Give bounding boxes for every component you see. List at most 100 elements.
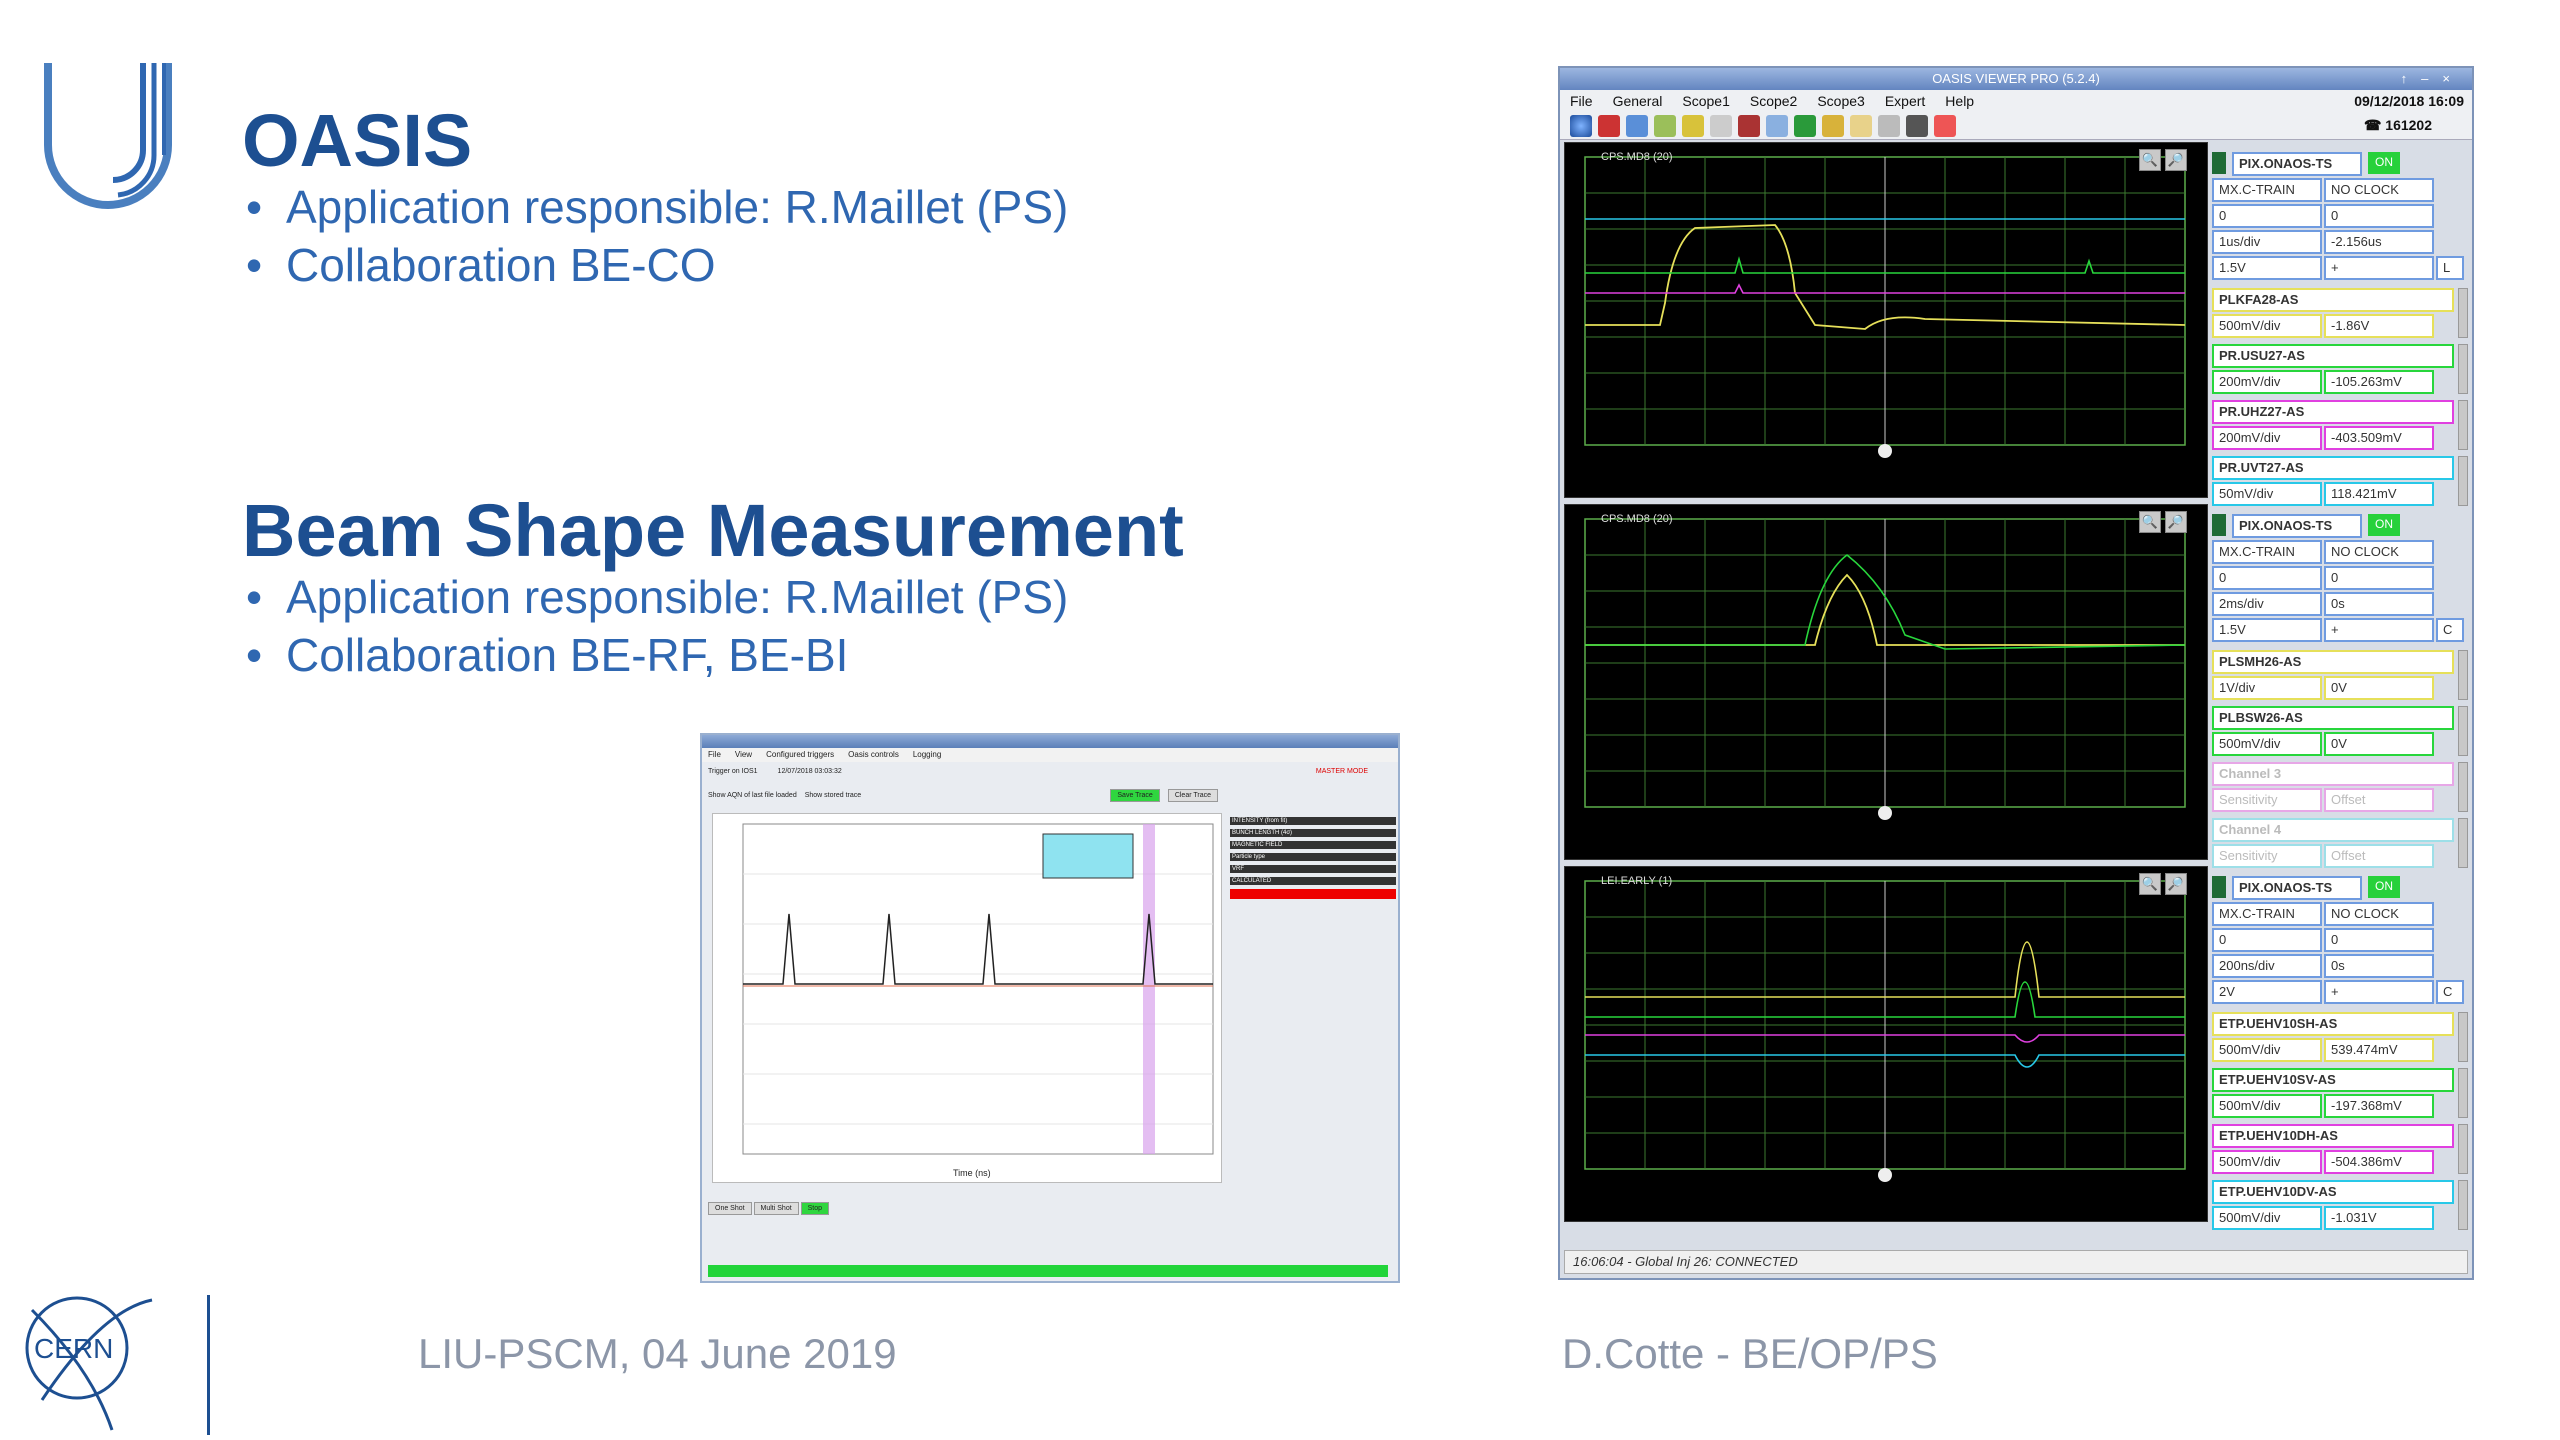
channel-name-field[interactable]: Channel 4 [2212,818,2454,842]
time-per-div-field[interactable]: 200ns/div [2212,954,2322,978]
channel-sensitivity-field[interactable]: 500mV/div [2212,732,2322,756]
timing-clock-cell[interactable]: NO CLOCK [2324,902,2434,926]
mini-menu-item[interactable]: File [708,748,721,762]
channel-offset-slider[interactable] [2458,1180,2468,1230]
timing-clock-cell[interactable]: NO CLOCK [2324,178,2434,202]
record-icon[interactable] [1934,114,1956,137]
trigger-slope-field[interactable]: + [2324,256,2434,280]
timing-value-cell[interactable]: 0 [2212,566,2322,590]
timing-name-field[interactable]: PIX.ONAOS-TS [2232,152,2362,176]
timing-value-cell[interactable]: 0 [2324,928,2434,952]
channel-offset-slider[interactable] [2458,456,2468,506]
channel-name-field[interactable]: PLSMH26-AS [2212,650,2454,674]
close-icon[interactable]: × [2442,71,2464,86]
stop-button[interactable]: Stop [800,1202,830,1215]
channel-name-field[interactable]: ETP.UEHV10SH-AS [2212,1012,2454,1036]
channel-offset-field[interactable]: -197.368mV [2324,1094,2434,1118]
channel-sensitivity-field[interactable]: 50mV/div [2212,482,2322,506]
channel-offset-field[interactable]: -105.263mV [2324,370,2434,394]
menu-scope3[interactable]: Scope3 [1817,93,1864,109]
channel-name-field[interactable]: PR.USU27-AS [2212,344,2454,368]
delay-field[interactable]: 0s [2324,954,2434,978]
clear-trace-button[interactable]: Clear Trace [1167,788,1218,802]
channel-offset-slider[interactable] [2458,818,2468,868]
connect-icon[interactable] [1654,114,1676,137]
zoom-out-icon[interactable]: 🔎 [2165,511,2187,533]
channel-name-field[interactable]: PLBSW26-AS [2212,706,2454,730]
channel-offset-field[interactable]: 0V [2324,676,2434,700]
menu-expert[interactable]: Expert [1885,93,1925,109]
channel-sensitivity-field[interactable]: 500mV/div [2212,314,2322,338]
menu-help[interactable]: Help [1945,93,1974,109]
channel-name-field[interactable]: PR.UVT27-AS [2212,456,2454,480]
signal-icon[interactable] [1878,114,1900,137]
timing-on-badge[interactable]: ON [2368,876,2400,898]
coupling-field[interactable]: C [2436,618,2464,642]
zoom-out-icon[interactable]: 🔎 [2165,149,2187,171]
channel-name-field[interactable]: Channel 3 [2212,762,2454,786]
menu-file[interactable]: File [1570,93,1593,109]
channel-offset-field[interactable]: -403.509mV [2324,426,2434,450]
channel-sensitivity-field[interactable]: Sensitivity [2212,788,2322,812]
timing-value-cell[interactable]: 0 [2324,204,2434,228]
zoom-in-icon[interactable]: 🔍 [2139,149,2161,171]
channel-offset-field[interactable]: Offset [2324,844,2434,868]
timing-mode-cell[interactable]: MX.C-TRAIN [2212,178,2322,202]
delay-field[interactable]: 0s [2324,592,2434,616]
channel-offset-field[interactable]: Offset [2324,788,2434,812]
multi-shot-button[interactable]: Multi Shot [753,1202,799,1215]
channel-offset-field[interactable]: 539.474mV [2324,1038,2434,1062]
channel-sensitivity-field[interactable]: 1V/div [2212,676,2322,700]
minimize-icon[interactable]: – [2421,71,2442,86]
trigger-level-field[interactable]: 1.5V [2212,256,2322,280]
trigger-level-field[interactable]: 2V [2212,980,2322,1004]
channel-name-field[interactable]: PLKFA28-AS [2212,288,2454,312]
channel-offset-slider[interactable] [2458,400,2468,450]
save-trace-button[interactable]: Save Trace [1110,788,1160,802]
chart-icon[interactable] [1850,114,1872,137]
menu-scope1[interactable]: Scope1 [1682,93,1729,109]
one-shot-button[interactable]: One Shot [708,1202,752,1215]
disconnect-icon[interactable] [1682,114,1704,137]
channel-offset-slider[interactable] [2458,1012,2468,1062]
delay-field[interactable]: -2.156us [2324,230,2434,254]
timing-mode-cell[interactable]: MX.C-TRAIN [2212,902,2322,926]
channel-sensitivity-field[interactable]: 500mV/div [2212,1094,2322,1118]
coupling-field[interactable]: C [2436,980,2464,1004]
channel-offset-field[interactable]: 118.421mV [2324,482,2434,506]
time-per-div-field[interactable]: 1us/div [2212,230,2322,254]
menu-general[interactable]: General [1613,93,1663,109]
channel-name-field[interactable]: PR.UHZ27-AS [2212,400,2454,424]
channel-offset-slider[interactable] [2458,650,2468,700]
channel-sensitivity-field[interactable]: 200mV/div [2212,370,2322,394]
trigger-slope-field[interactable]: + [2324,618,2434,642]
channel-sensitivity-field[interactable]: 500mV/div [2212,1150,2322,1174]
mini-menu-item[interactable]: Logging [913,748,941,762]
timing-value-cell[interactable]: 0 [2324,566,2434,590]
timing-name-field[interactable]: PIX.ONAOS-TS [2232,876,2362,900]
pls-icon[interactable] [1710,114,1732,137]
capture-icon[interactable] [1738,114,1760,137]
channel-sensitivity-field[interactable]: 200mV/div [2212,426,2322,450]
trigger-level-field[interactable]: 1.5V [2212,618,2322,642]
channel-offset-field[interactable]: 0V [2324,732,2434,756]
mini-menu-item[interactable]: Oasis controls [848,748,899,762]
time-per-div-field[interactable]: 2ms/div [2212,592,2322,616]
coupling-field[interactable]: L [2436,256,2464,280]
channel-offset-slider[interactable] [2458,706,2468,756]
zoom-in-icon[interactable]: 🔍 [2139,511,2161,533]
stop-acquire-icon[interactable] [1598,114,1620,137]
share-icon[interactable] [1906,114,1928,137]
refresh-icon[interactable] [1626,114,1648,137]
timing-value-cell[interactable]: 0 [2212,204,2322,228]
channel-sensitivity-field[interactable]: 500mV/div [2212,1038,2322,1062]
mini-checkbox-label[interactable]: Show stored trace [805,792,861,799]
channel-offset-slider[interactable] [2458,762,2468,812]
timing-value-cell[interactable]: 0 [2212,928,2322,952]
timing-mode-cell[interactable]: MX.C-TRAIN [2212,540,2322,564]
mini-checkbox-label[interactable]: Show AQN of last file loaded [708,792,797,799]
memory-icon[interactable] [1822,114,1844,137]
channel-sensitivity-field[interactable]: 500mV/div [2212,1206,2322,1230]
globe-icon[interactable] [1570,114,1592,137]
timing-name-field[interactable]: PIX.ONAOS-TS [2232,514,2362,538]
